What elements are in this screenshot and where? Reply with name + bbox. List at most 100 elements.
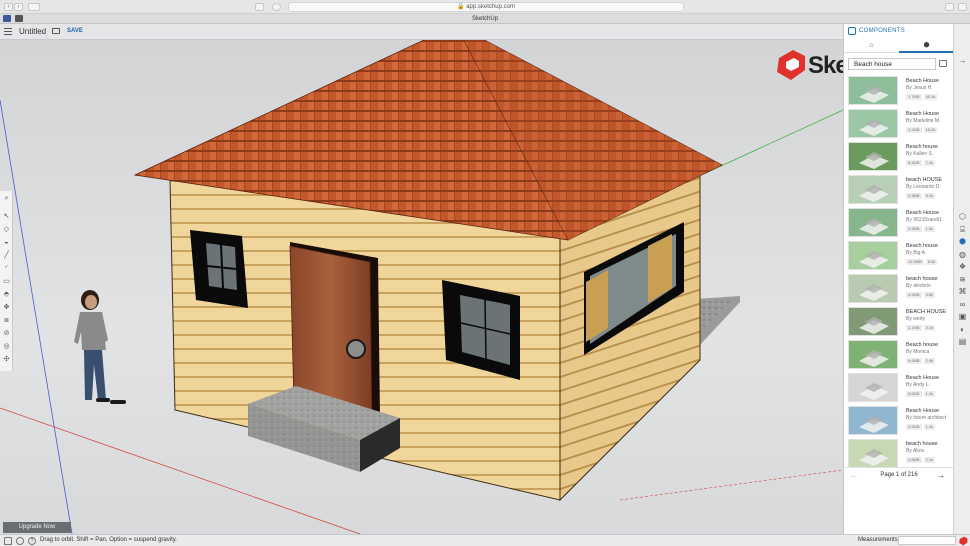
collapse-panel-icon[interactable]: →: [958, 56, 967, 65]
result-author[interactable]: By alexbrio: [906, 283, 931, 289]
result-name[interactable]: Beach House: [906, 78, 939, 84]
result-author[interactable]: By Andy L.: [906, 382, 930, 388]
model-viewport[interactable]: Ske Upgrade Now: [0, 40, 843, 534]
result-thumbnail[interactable]: [848, 373, 898, 402]
share-extension-icon[interactable]: [255, 3, 264, 11]
result-thumbnail[interactable]: [848, 109, 898, 138]
line-tool-icon[interactable]: ╱: [3, 252, 10, 259]
result-author[interactable]: By Aliza: [906, 448, 924, 454]
result-name[interactable]: Beach House: [906, 408, 939, 414]
select-tool-icon[interactable]: ↖: [3, 213, 10, 220]
result-item[interactable]: Beach House By Madeline M. 3.2MB 18.2k: [844, 108, 954, 141]
result-item[interactable]: Beach House By 95210xandi1 2.3MB 1.5k: [844, 207, 954, 240]
paint-bucket-tool-icon[interactable]: ◒: [3, 239, 10, 246]
arc-tool-icon[interactable]: ◜: [3, 265, 10, 272]
result-thumbnail[interactable]: [848, 208, 898, 237]
result-author[interactable]: By 95210xandi1: [906, 217, 942, 223]
result-thumbnail[interactable]: [848, 175, 898, 204]
forward-icon[interactable]: ›: [14, 3, 23, 11]
result-author[interactable]: By future architect: [906, 415, 946, 421]
orbit-tool-icon[interactable]: ◎: [3, 343, 10, 350]
result-name[interactable]: BEACH HOUSE: [906, 309, 946, 315]
scenes-icon[interactable]: ∞: [958, 300, 967, 309]
result-thumbnail[interactable]: [848, 439, 898, 468]
rectangle-tool-icon[interactable]: ▭: [3, 278, 10, 285]
components-icon[interactable]: ⬢: [958, 237, 967, 246]
shadows-icon[interactable]: ◐: [958, 325, 967, 334]
result-name[interactable]: Beach house: [906, 243, 938, 249]
measurements-input[interactable]: [898, 536, 956, 545]
styles-icon[interactable]: ❖: [958, 262, 967, 271]
save-button[interactable]: SAVE: [67, 28, 83, 34]
tabs-icon[interactable]: [958, 3, 967, 11]
result-item[interactable]: Beach House By Jesus H. 1.7MB 45.1k: [844, 75, 954, 108]
next-page-icon[interactable]: →: [937, 471, 945, 480]
result-item[interactable]: Beach house By Kallen S. 8.4MB 7.4k: [844, 141, 954, 174]
sidebar-toggle-icon[interactable]: [28, 3, 40, 11]
result-name[interactable]: Beach house: [906, 342, 938, 348]
move-tool-icon[interactable]: ✥: [3, 304, 10, 311]
credits-icon[interactable]: [4, 537, 12, 545]
share-icon[interactable]: [945, 3, 954, 11]
result-thumbnail[interactable]: [848, 76, 898, 105]
result-name[interactable]: Beach House: [906, 375, 939, 381]
home-tab-icon[interactable]: ⌂: [844, 39, 899, 53]
help-icon[interactable]: ?: [28, 537, 36, 545]
document-title[interactable]: Untitled: [19, 27, 46, 36]
menu-icon[interactable]: [4, 28, 12, 35]
walk-tool-icon[interactable]: ✣: [3, 356, 10, 363]
result-item[interactable]: Beach House By future architect 0.5MB 1.4k: [844, 405, 954, 438]
result-thumbnail[interactable]: [848, 307, 898, 336]
back-icon[interactable]: ‹: [4, 3, 13, 11]
solid-inspector-icon[interactable]: ▤: [958, 337, 967, 346]
result-name[interactable]: Beach House: [906, 111, 939, 117]
facebook-bookmark-icon[interactable]: [3, 15, 11, 22]
component-search-input[interactable]: Beach house: [848, 58, 936, 70]
bookmark-icon[interactable]: [15, 15, 23, 22]
result-author[interactable]: By Big A.: [906, 250, 926, 256]
display-icon[interactable]: ▣: [958, 312, 967, 321]
result-name[interactable]: beach HOUSE: [906, 177, 942, 183]
result-item[interactable]: Beach house By Monica 6.6MB 2.4k: [844, 339, 954, 372]
eraser-tool-icon[interactable]: ◇: [3, 226, 10, 233]
result-thumbnail[interactable]: [848, 406, 898, 435]
scale-figure[interactable]: [74, 290, 126, 404]
result-author[interactable]: By Monica: [906, 349, 929, 355]
materials-icon[interactable]: ◍: [958, 250, 967, 259]
result-item[interactable]: beach house By alexbrio 4.9MB 4.8k: [844, 273, 954, 306]
result-item[interactable]: beach HOUSE By Leonardo D. 0.3MB 8.2k: [844, 174, 954, 207]
result-author[interactable]: By Madeline M.: [906, 118, 940, 124]
tape-measure-tool-icon[interactable]: ⊘: [3, 330, 10, 337]
search-tool-icon[interactable]: ⌕: [3, 195, 10, 202]
result-item[interactable]: Beach house By Big A. 12.9MB 6.5k: [844, 240, 954, 273]
push-pull-tool-icon[interactable]: ⬘: [3, 291, 10, 298]
result-item[interactable]: Beach House By Andy L. 5.5MB 1.4k: [844, 372, 954, 405]
result-name[interactable]: beach house: [906, 441, 938, 447]
result-thumbnail[interactable]: [848, 340, 898, 369]
upgrade-now-button[interactable]: Upgrade Now: [3, 522, 71, 533]
instructor-icon[interactable]: ⌸: [958, 225, 967, 234]
result-thumbnail[interactable]: [848, 274, 898, 303]
outliner-icon[interactable]: ⌘: [958, 287, 967, 296]
result-thumbnail[interactable]: [848, 241, 898, 270]
result-name[interactable]: Beach house: [906, 144, 938, 150]
result-thumbnail[interactable]: [848, 142, 898, 171]
privacy-icon[interactable]: [272, 3, 281, 11]
filter-icon[interactable]: [939, 60, 947, 67]
folder-icon[interactable]: [52, 28, 60, 34]
result-author[interactable]: By werty: [906, 316, 925, 322]
result-author[interactable]: By Leonardo D.: [906, 184, 941, 190]
address-bar[interactable]: 🔒 app.sketchup.com: [288, 2, 684, 12]
entity-info-icon[interactable]: ⬡: [958, 212, 967, 221]
layers-icon[interactable]: ≋: [958, 275, 967, 284]
browser-tab[interactable]: SketchUp: [0, 14, 970, 24]
result-name[interactable]: beach house: [906, 276, 938, 282]
result-item[interactable]: BEACH HOUSE By werty 1.1MB 3.1k: [844, 306, 954, 339]
result-author[interactable]: By Jesus H.: [906, 85, 933, 91]
result-author[interactable]: By Kallen S.: [906, 151, 933, 157]
offset-tool-icon[interactable]: ⧈: [3, 317, 10, 324]
user-icon[interactable]: [16, 537, 24, 545]
warehouse-tab-icon[interactable]: ⬢: [899, 39, 954, 53]
result-name[interactable]: Beach House: [906, 210, 939, 216]
3d-scene[interactable]: [0, 40, 843, 534]
